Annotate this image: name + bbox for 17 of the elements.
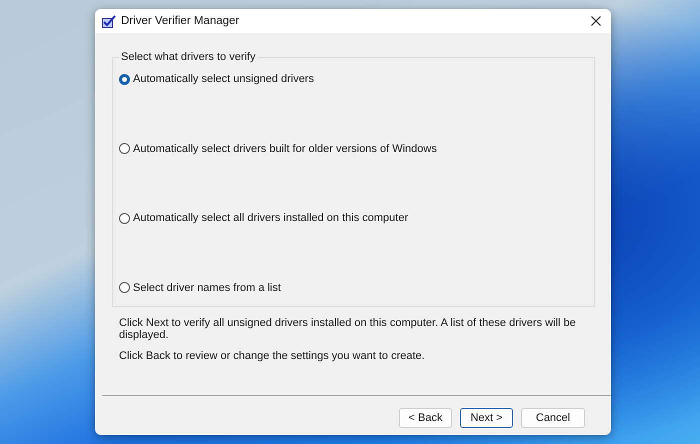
radio-button[interactable]: [119, 282, 130, 293]
dialog-button[interactable]: Next >: [460, 408, 513, 428]
group-label: Select what drivers to verify: [120, 51, 256, 63]
instruction-text: Click Back to review or change the settings you want to create.: [119, 350, 426, 362]
instruction-text: Click Next to verify all unsigned drivers installed on this computer. A list of these drivers will be displayed.: [119, 317, 577, 341]
radio-option[interactable]: Automatically select drivers built for older versions of Windows: [119, 142, 437, 154]
radio-button[interactable]: [119, 143, 130, 154]
window-title: Driver Verifier Manager: [121, 15, 240, 27]
dialog-button[interactable]: Cancel: [521, 408, 585, 428]
radio-button[interactable]: [119, 212, 130, 224]
radio-option[interactable]: Automatically select unsigned drivers: [119, 73, 314, 85]
dialog-button[interactable]: < Back: [399, 408, 452, 428]
radio-option[interactable]: Automatically select all drivers installed on this computer: [119, 212, 408, 224]
radio-button[interactable]: [119, 74, 130, 84]
radio-option[interactable]: Select driver names from a list: [119, 282, 281, 294]
checklist-icon: [102, 14, 116, 28]
close-icon: [591, 16, 601, 26]
